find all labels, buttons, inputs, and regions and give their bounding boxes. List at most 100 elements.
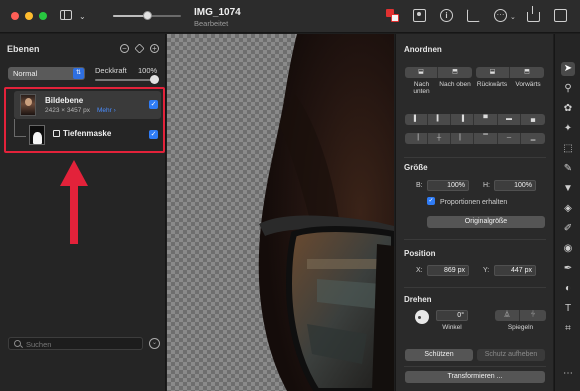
- unprotect-button[interactable]: Schutz aufheben: [477, 349, 545, 361]
- distribute-top-icon[interactable]: ▔: [474, 133, 498, 144]
- pen-icon[interactable]: ✎: [561, 162, 575, 176]
- height-label: H:: [483, 182, 490, 189]
- more-icon[interactable]: ···: [494, 9, 507, 22]
- title-bar: ⌄ IMG_1074 Bearbeitet i ··· ⌄: [0, 0, 580, 33]
- order-segment-left: ⬓ ⬒: [405, 67, 472, 78]
- opacity-value: 100%: [138, 66, 158, 75]
- color-swatch-icon[interactable]: [386, 9, 399, 22]
- align-right-icon[interactable]: ▐: [451, 114, 474, 125]
- filter-icon[interactable]: ⌄: [149, 338, 160, 349]
- bring-forward-icon[interactable]: ⬒: [438, 67, 472, 78]
- pencil-icon[interactable]: ✐: [561, 222, 575, 236]
- width-field[interactable]: 100%: [427, 180, 469, 191]
- image-canvas[interactable]: [167, 34, 394, 391]
- fullscreen-icon[interactable]: [554, 9, 567, 22]
- x-field[interactable]: 869 px: [427, 265, 469, 276]
- red-arrow-annotation: [60, 160, 88, 244]
- close-window-button[interactable]: [11, 12, 19, 20]
- chevron-down-icon[interactable]: ⌄: [510, 12, 516, 23]
- chevron-down-icon[interactable]: ⌄: [79, 11, 86, 22]
- photo-browser-icon[interactable]: [413, 9, 426, 22]
- document-status: Bearbeitet: [194, 19, 229, 28]
- y-label: Y:: [483, 267, 490, 274]
- shape-icon[interactable]: ◐: [561, 282, 575, 296]
- layer-search-input[interactable]: Suchen: [8, 337, 143, 350]
- x-label: X:: [416, 267, 423, 274]
- tools-column: ➤ ⚲ ✿ ✦ ⬚ ✎ ▼ ◈ ✐ ◉ ✒ ◐ T ⌗ ⋯: [554, 34, 580, 391]
- document-title: IMG_1074: [194, 7, 241, 18]
- opacity-label: Deckkraft: [95, 66, 127, 75]
- text-icon[interactable]: T: [561, 302, 575, 316]
- add-layer-icon[interactable]: +: [150, 44, 159, 53]
- magic-icon[interactable]: ✦: [561, 122, 575, 136]
- search-placeholder: Suchen: [26, 340, 52, 349]
- align-top-icon[interactable]: ▀: [474, 114, 498, 125]
- layers-panel-title: Ebenen: [7, 44, 40, 54]
- distribute-right-icon[interactable]: ▏: [451, 133, 474, 144]
- arrange-panel: Anordnen ⬓ ⬒ ⬓ ⬒ Nach unten Nach oben Rü…: [395, 34, 553, 391]
- transform-button[interactable]: Transformieren ...: [405, 371, 545, 383]
- distribute-left-icon[interactable]: ▕: [405, 133, 428, 144]
- blend-mode-select[interactable]: Normal ⇅: [8, 67, 85, 80]
- width-label: B:: [416, 182, 423, 189]
- flip-vertical-icon[interactable]: ⏆: [520, 310, 546, 321]
- retouch-icon[interactable]: ✿: [561, 102, 575, 116]
- remove-layer-icon[interactable]: −: [120, 44, 129, 53]
- bucket-icon[interactable]: ▼: [561, 182, 575, 196]
- flip-horizontal-icon[interactable]: ⏅: [495, 310, 520, 321]
- brush-icon[interactable]: ⚲: [561, 82, 575, 96]
- blend-mode-value: Normal: [13, 69, 38, 78]
- order-label-vorwaerts: Vorwärts: [515, 81, 541, 88]
- send-to-back-icon[interactable]: ⬓: [476, 67, 510, 78]
- color-icon[interactable]: ◉: [561, 242, 575, 256]
- divider: [404, 239, 546, 240]
- info-icon[interactable]: i: [440, 9, 453, 22]
- opacity-slider-knob[interactable]: [150, 75, 159, 84]
- height-field[interactable]: 100%: [494, 180, 536, 191]
- more-tools-icon[interactable]: ⋯: [561, 367, 575, 381]
- search-icon: [14, 340, 21, 347]
- distribute-bottom-icon[interactable]: ▁: [521, 133, 545, 144]
- crop-icon[interactable]: ⌗: [561, 322, 575, 336]
- order-label-nach-oben: Nach oben: [439, 81, 471, 88]
- divider: [404, 157, 546, 158]
- align-bottom-icon[interactable]: ▄: [521, 114, 545, 125]
- sidebar-toggle-icon[interactable]: [60, 10, 72, 20]
- opacity-slider[interactable]: [95, 79, 155, 81]
- updown-chevron-icon: ⇅: [73, 68, 84, 79]
- distribute-center-icon[interactable]: ┼: [428, 133, 451, 144]
- angle-label: Winkel: [442, 324, 462, 331]
- divider: [404, 287, 546, 288]
- arrow-icon[interactable]: ➤: [561, 62, 575, 76]
- minimize-window-button[interactable]: [25, 12, 33, 20]
- order-label-nach-unten: Nach unten: [413, 81, 430, 95]
- arrange-title: Anordnen: [404, 45, 442, 54]
- zoom-window-button[interactable]: [39, 12, 47, 20]
- rotation-dial[interactable]: [415, 310, 429, 324]
- eraser-icon[interactable]: ◈: [561, 202, 575, 216]
- layer-stack-icon[interactable]: [134, 43, 145, 54]
- highlight-box: [4, 87, 165, 153]
- protect-button[interactable]: Schützen: [405, 349, 473, 361]
- rotate-title: Drehen: [404, 295, 432, 304]
- original-size-button[interactable]: Originalgröße: [427, 216, 545, 228]
- align-center-v-icon[interactable]: ▬: [498, 114, 521, 125]
- zoom-slider-knob[interactable]: [143, 11, 152, 20]
- rotate-icon[interactable]: [467, 9, 480, 22]
- proportions-label: Proportionen erhalten: [440, 199, 508, 206]
- share-icon[interactable]: [527, 6, 540, 22]
- order-segment-right: ⬓ ⬒: [476, 67, 544, 78]
- size-title: Größe: [404, 163, 428, 172]
- mirror-label: Spiegeln: [507, 324, 534, 331]
- align-center-h-icon[interactable]: ▍: [428, 114, 451, 125]
- y-field[interactable]: 447 px: [494, 265, 536, 276]
- distribute-middle-icon[interactable]: ─: [498, 133, 521, 144]
- select-icon[interactable]: ⬚: [561, 142, 575, 156]
- angle-field[interactable]: 0°: [436, 310, 468, 321]
- align-left-icon[interactable]: ▌: [405, 114, 428, 125]
- bring-to-front-icon[interactable]: ⬒: [510, 67, 544, 78]
- vector-pen-icon[interactable]: ✒: [561, 262, 575, 276]
- send-backward-icon[interactable]: ⬓: [405, 67, 438, 78]
- proportions-checkbox[interactable]: ✓: [427, 197, 435, 205]
- position-title: Position: [404, 249, 436, 258]
